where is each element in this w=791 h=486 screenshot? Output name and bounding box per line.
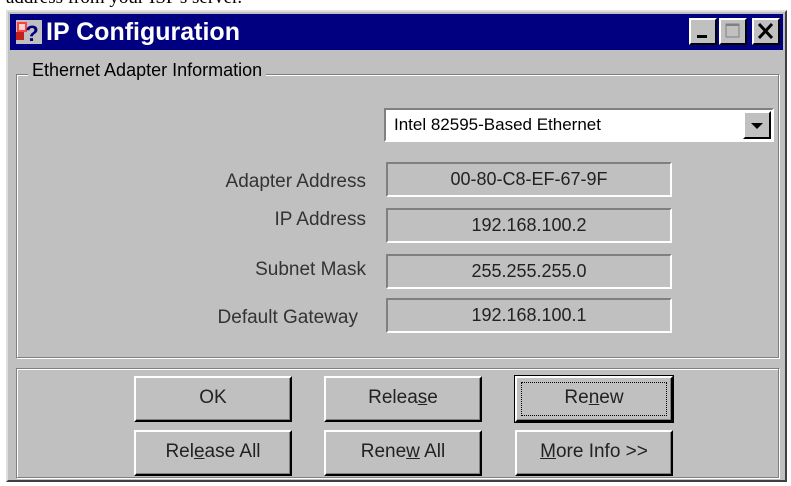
renew-button-label: Renew bbox=[564, 387, 624, 408]
renew-all-button-label: Renew All bbox=[360, 441, 446, 462]
release-button[interactable]: Release bbox=[324, 376, 482, 422]
chevron-down-icon bbox=[751, 123, 763, 129]
subnet-mask-value: 255.255.255.0 bbox=[386, 254, 672, 289]
minimize-icon bbox=[697, 35, 707, 38]
adapter-address-value: 00-80-C8-EF-67-9F bbox=[386, 162, 672, 197]
window-title: IP Configuration bbox=[46, 18, 240, 46]
release-all-button-label: Release All bbox=[165, 441, 261, 462]
renew-button[interactable]: Renew bbox=[514, 375, 674, 423]
close-button[interactable] bbox=[752, 18, 780, 45]
more-info-button[interactable]: More Info >> bbox=[515, 430, 673, 476]
maximize-button[interactable] bbox=[719, 18, 747, 45]
close-icon bbox=[757, 22, 774, 40]
adapter-select-value: Intel 82595-Based Ethernet bbox=[394, 115, 601, 134]
ip-config-app-icon: ? bbox=[16, 20, 42, 46]
ethernet-group-label: Ethernet Adapter Information bbox=[28, 59, 267, 81]
maximize-icon bbox=[725, 23, 740, 38]
release-all-button[interactable]: Release All bbox=[134, 430, 292, 476]
ok-button[interactable]: OK bbox=[134, 376, 292, 422]
page-caption-fragment: address from your ISP's server. bbox=[6, 0, 242, 8]
release-button-label: Release bbox=[368, 387, 438, 408]
adapter-address-label: Adapter Address bbox=[225, 171, 366, 192]
default-gateway-label: Default Gateway bbox=[217, 307, 358, 328]
default-gateway-value: 192.168.100.1 bbox=[386, 298, 672, 333]
ip-address-value: 192.168.100.2 bbox=[386, 208, 672, 243]
title-bar[interactable]: ? IP Configuration bbox=[10, 14, 783, 50]
ip-address-label: IP Address bbox=[274, 209, 366, 230]
ip-configuration-window: ? IP Configuration Ethernet Adapter Info… bbox=[6, 10, 787, 482]
ok-button-label: OK bbox=[199, 387, 227, 408]
adapter-select[interactable]: Intel 82595-Based Ethernet bbox=[384, 108, 774, 142]
renew-all-button[interactable]: Renew All bbox=[324, 430, 482, 476]
more-info-button-label: More Info >> bbox=[540, 441, 648, 462]
adapter-select-arrow-button[interactable] bbox=[743, 111, 771, 139]
svg-text:?: ? bbox=[25, 21, 38, 44]
minimize-button[interactable] bbox=[689, 18, 717, 45]
subnet-mask-label: Subnet Mask bbox=[255, 259, 366, 280]
